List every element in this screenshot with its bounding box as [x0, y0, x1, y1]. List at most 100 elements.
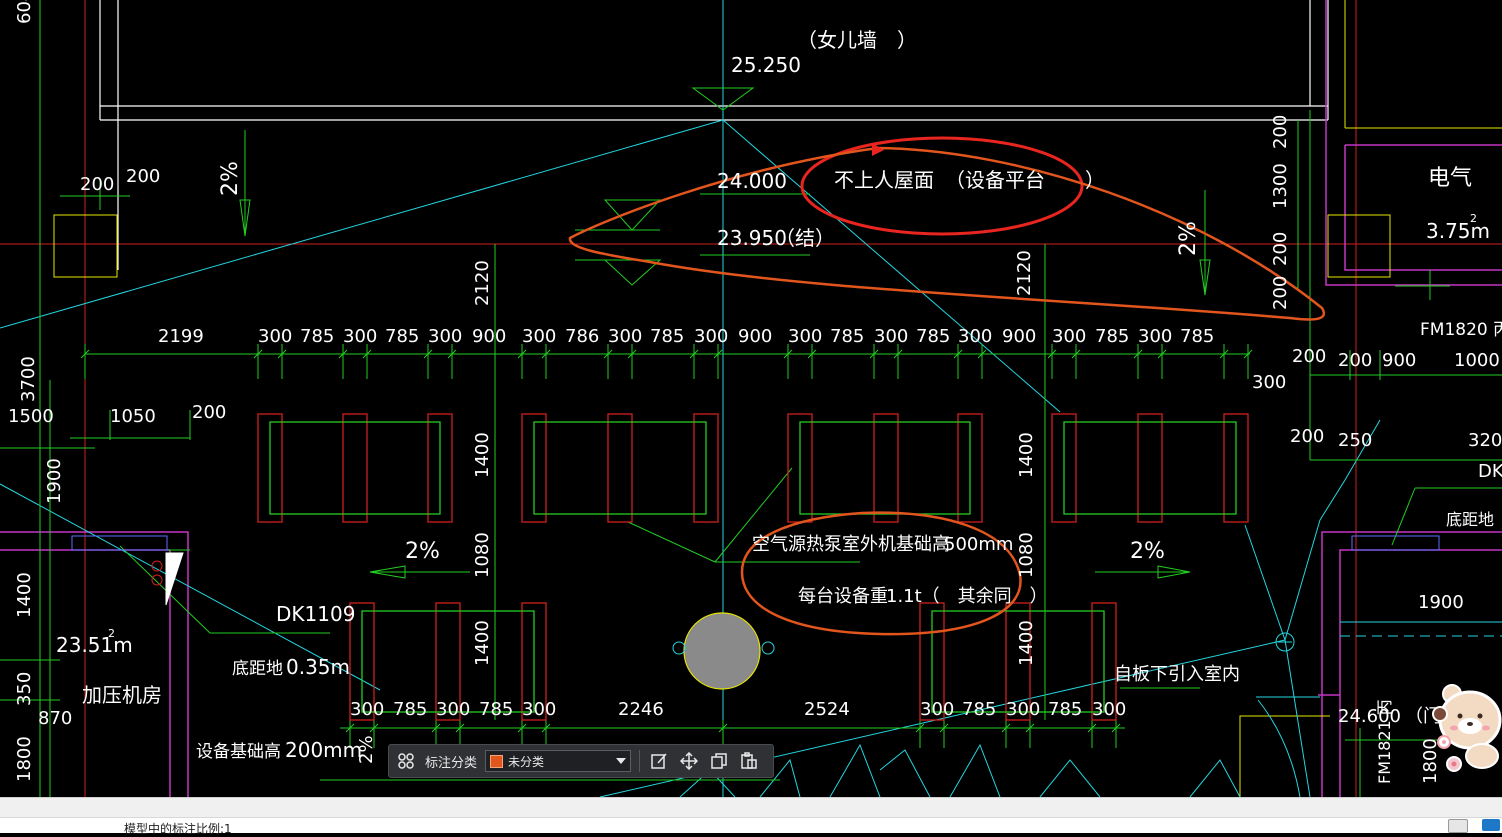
dim-text: 200 [1270, 232, 1291, 266]
dim-top-value-20: 785 [1095, 326, 1129, 347]
dim-top-value-19: 300 [1052, 326, 1086, 347]
room-pump-name: 加压机房 [82, 683, 162, 707]
dim-text: 1900 [44, 458, 65, 504]
level-roof: 24.000 [717, 169, 787, 193]
dim-top-value-21: 300 [1138, 326, 1172, 347]
dim-top-value-3: 300 [343, 326, 377, 347]
wall-lines [99, 0, 1329, 270]
toolbar-divider [639, 750, 641, 772]
grey-circle-symbol [672, 612, 775, 690]
dim-top-value-12: 900 [738, 326, 772, 347]
dim-text: 1400 [472, 620, 493, 666]
dim-bottom-value-4: 300 [522, 699, 556, 720]
dim-text: 1080 [472, 532, 493, 578]
dim-top-value-6: 900 [472, 326, 506, 347]
door-dk1109: DK1109 [276, 602, 355, 626]
annotation-scale-text: 模型中的标注比例:1 [124, 822, 232, 836]
dim-top-value-9: 300 [608, 326, 642, 347]
dim-top-value-16: 785 [916, 326, 950, 347]
cad-viewport[interactable]: 25.250 （女儿墙 ） 24.000 23.950 （结） 不上人屋面 （设… [0, 0, 1502, 797]
dim-bottom-value-7: 300 [920, 699, 954, 720]
slope-label: 2% [1176, 221, 1201, 256]
equip-base-label: 设备基础高 [196, 742, 281, 762]
equipment-note-line1: 空气源热泵室外机基础高 [752, 534, 950, 555]
dim-text-bottom-row: 300 785 300 785 300 2246 2524 300 785 300 785 300 [350, 699, 1126, 720]
dim-text: 1400 [14, 572, 35, 618]
status-bar: 模型中的标注比例:1 [0, 797, 1502, 836]
dim-text: 1900 [1418, 592, 1464, 613]
dim-text: 1400 [472, 432, 493, 478]
dim-top-value-10: 785 [650, 326, 684, 347]
sill-label-right: 底距地 [1446, 510, 1494, 529]
dim-bottom-value-3: 785 [479, 699, 513, 720]
equipment-note-line1-value: 500mm [944, 534, 1013, 555]
equipment-note-line2-value: 1.1t（ 其余同 ） [886, 586, 1048, 607]
dim-bottom-value-8: 785 [962, 699, 996, 720]
dim-bottom-value-2: 300 [436, 699, 470, 720]
roof-callout-a: 不上人屋面 [834, 168, 934, 192]
door-fm1821: FM1821 丙 [1375, 699, 1394, 784]
dim-text: 350 [14, 672, 35, 706]
dim-ticks-top [80, 344, 1253, 379]
slope-label: 2% [1130, 539, 1165, 564]
category-color-swatch [490, 754, 504, 768]
slope-label: 2% [218, 161, 243, 196]
paste-icon[interactable] [738, 750, 760, 772]
door-fm1820: FM1820 丙(观 [1420, 320, 1502, 340]
dim-bottom-value-5: 2246 [618, 699, 664, 720]
dim-top-value-8: 786 [565, 326, 599, 347]
dim-top-value-0: 2199 [158, 326, 204, 347]
dim-top-value-18: 900 [1002, 326, 1036, 347]
dim-text: 1400 [1016, 620, 1037, 666]
equip-base-value: 200mm [285, 738, 362, 762]
dim-text: 2120 [1014, 250, 1035, 296]
move-icon[interactable] [678, 750, 700, 772]
chevron-down-icon [616, 758, 627, 764]
annotation-category-select[interactable]: 未分类 [485, 750, 632, 772]
dim-bottom-value-11: 300 [1092, 699, 1126, 720]
dim-text: 1300 [1270, 163, 1291, 209]
annotation-toolbar: 标注分类 未分类 [388, 744, 774, 778]
dim-top-value-4: 785 [385, 326, 419, 347]
roof-callout-b: （设备平台 ） [945, 168, 1105, 192]
dim-text: 2120 [472, 260, 493, 306]
bear-sticker-image [1432, 684, 1502, 772]
dim-top-value-2: 785 [300, 326, 334, 347]
dim-top-value-22: 785 [1180, 326, 1214, 347]
dim-text: 1400 [1016, 432, 1037, 478]
dim-top-value-15: 300 [874, 326, 908, 347]
room-electric-area: 3.75m [1426, 219, 1490, 243]
status-blue-icon[interactable] [1482, 819, 1500, 831]
dim-bottom-value-10: 785 [1048, 699, 1082, 720]
sill-label: 底距地 [232, 659, 283, 679]
equipment-note-line2: 每台设备重 [798, 586, 888, 607]
level-parapet-top: 25.250 [731, 53, 801, 77]
dim-text-top-row: 2199 300 785 300 785 300 900 300 786 300 785 300 900… [158, 326, 1214, 347]
sill-value: 0.35m [286, 655, 350, 679]
edit-icon[interactable] [648, 750, 670, 772]
dim-text: 1800 [14, 736, 35, 782]
markup-annotations [568, 136, 1325, 636]
dim-text: 200 [1338, 350, 1372, 371]
grid-icon[interactable] [395, 750, 417, 772]
dim-top-value-11: 300 [694, 326, 728, 347]
dim-text: 250 [1338, 430, 1372, 451]
dim-top-value-1: 300 [258, 326, 292, 347]
dim-text: 1080 [1016, 532, 1037, 578]
dim-text: 900 [1382, 350, 1416, 371]
copy-icon[interactable] [708, 750, 730, 772]
cad-drawing[interactable]: 25.250 （女儿墙 ） 24.000 23.950 （结） 不上人屋面 （设… [0, 0, 1502, 797]
slope-label: 2% [356, 735, 377, 764]
dim-top-value-13: 300 [788, 326, 822, 347]
annotation-category-label: 标注分类 [425, 755, 478, 771]
dim-text: 200 [1290, 426, 1324, 447]
dim-text: 200 [192, 402, 226, 423]
level-parapet-note: （女儿墙 ） [797, 28, 917, 52]
slope-label: 2% [405, 539, 440, 564]
dim-bottom-value-0: 300 [350, 699, 384, 720]
dim-bottom-value-9: 300 [1006, 699, 1040, 720]
level-structure-note: （结） [775, 226, 835, 250]
dim-text: 1050 [110, 406, 156, 427]
room-electric-area-sup: 2 [1470, 212, 1477, 225]
dim-top-value-14: 785 [830, 326, 864, 347]
